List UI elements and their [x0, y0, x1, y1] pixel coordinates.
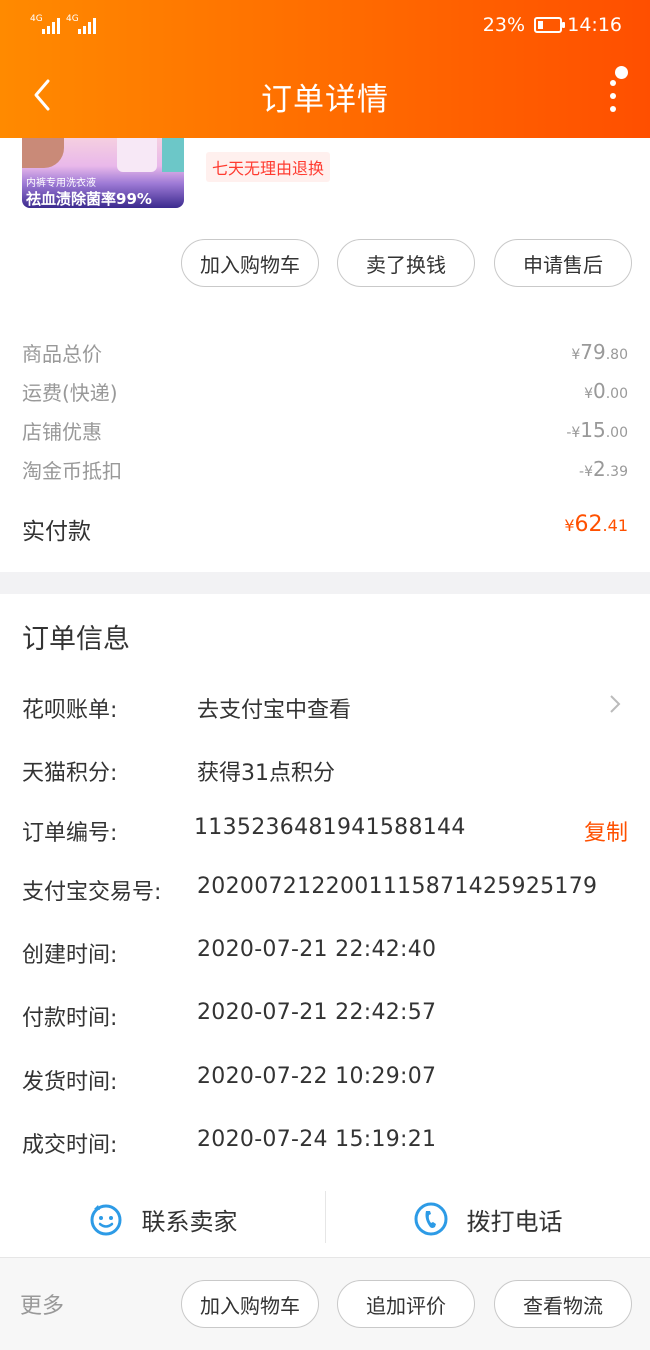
more-link[interactable]: 更多	[20, 1288, 64, 1320]
call-phone-button[interactable]: 拨打电话	[325, 1185, 650, 1253]
add-to-cart-button[interactable]: 加入购物车	[181, 239, 319, 287]
status-bar: 4G 4G 23% 14:16	[0, 0, 650, 52]
signal-icon-1	[42, 18, 60, 34]
info-value: 去支付宝中查看	[197, 698, 352, 723]
order-number-value: 1135236481941588144	[194, 815, 466, 840]
info-key: 支付宝交易号:	[22, 880, 162, 905]
contact-bar: 联系卖家 拨打电话	[0, 1185, 650, 1253]
tmall-points-row: 天猫积分: 获得31点积分	[22, 755, 628, 791]
section-divider	[0, 572, 650, 594]
add-review-button[interactable]: 追加评价	[337, 1280, 475, 1328]
info-value: 2020-07-22 10:29:07	[197, 1064, 437, 1089]
product-image-caption-1: 内裤专用洗衣液	[26, 178, 96, 189]
price-label: 淘金币抵扣	[22, 459, 122, 483]
info-key: 成交时间:	[22, 1133, 118, 1158]
header-bar: 4G 4G 23% 14:16 订单详情	[0, 0, 650, 138]
chat-bubble-icon	[90, 1204, 121, 1236]
info-value: 2020-07-24 15:19:21	[197, 1127, 437, 1152]
battery-percent: 23%	[482, 14, 525, 36]
paid-amount-value: ¥62.41	[564, 512, 628, 537]
bottom-add-to-cart-button[interactable]: 加入购物车	[181, 1280, 319, 1328]
notification-dot	[615, 66, 628, 79]
sell-for-cash-button[interactable]: 卖了换钱	[337, 239, 475, 287]
price-label: 店铺优惠	[22, 420, 102, 444]
info-value: 2020-07-21 22:42:57	[197, 1000, 437, 1025]
price-row-subtotal: 商品总价 ¥79.80	[22, 338, 628, 368]
info-key: 发货时间:	[22, 1070, 118, 1095]
paid-amount-label: 实付款	[22, 519, 91, 545]
info-key: 天猫积分:	[22, 761, 118, 786]
status-time: 14:16	[567, 14, 622, 36]
view-logistics-button[interactable]: 查看物流	[494, 1280, 632, 1328]
price-row-coin-deduction: 淘金币抵扣 -¥2.39	[22, 455, 628, 485]
product-image-caption-2: 祛血渍除菌率99%	[26, 190, 152, 208]
return-policy-badge: 七天无理由退换	[206, 152, 331, 182]
signal-label-1: 4G	[30, 14, 43, 24]
created-time-row: 创建时间: 2020-07-21 22:42:40	[22, 937, 628, 973]
more-menu-button[interactable]	[606, 78, 620, 114]
info-key: 付款时间:	[22, 1006, 118, 1031]
price-row-shipping: 运费(快递) ¥0.00	[22, 377, 628, 407]
signal-icon-2	[78, 18, 96, 34]
battery-icon	[534, 17, 565, 33]
call-phone-label: 拨打电话	[466, 1207, 563, 1236]
price-label: 运费(快递)	[22, 381, 118, 405]
price-value: ¥0.00	[584, 379, 628, 403]
price-row-store-discount: 店铺优惠 -¥15.00	[22, 416, 628, 446]
price-value: ¥79.80	[571, 340, 628, 364]
contact-seller-button[interactable]: 联系卖家	[0, 1185, 325, 1253]
info-key: 订单编号:	[22, 821, 118, 846]
bottom-action-bar: 更多 加入购物车 追加评价 查看物流	[0, 1258, 650, 1350]
order-number-row: 订单编号: 1135236481941588144 复制	[22, 815, 628, 851]
contact-seller-label: 联系卖家	[141, 1207, 238, 1236]
after-sales-button[interactable]: 申请售后	[494, 239, 632, 287]
info-key: 创建时间:	[22, 943, 118, 968]
alipay-trade-value: 2020072122001115871425925179	[197, 874, 598, 899]
price-label: 商品总价	[22, 342, 102, 366]
paid-time-row: 付款时间: 2020-07-21 22:42:57	[22, 1000, 628, 1036]
shipped-time-row: 发货时间: 2020-07-22 10:29:07	[22, 1064, 628, 1100]
copy-button[interactable]: 复制	[584, 815, 628, 847]
phone-icon	[414, 1202, 447, 1236]
product-image[interactable]: 内裤专用洗衣液 祛血渍除菌率99%	[22, 138, 184, 208]
order-info-title: 订单信息	[22, 624, 130, 655]
info-value: 获得31点积分	[197, 761, 335, 786]
page-title: 订单详情	[261, 82, 389, 118]
info-key: 花呗账单:	[22, 698, 118, 723]
huabei-bill-row[interactable]: 花呗账单: 去支付宝中查看	[22, 692, 628, 728]
signal-label-2: 4G	[66, 14, 79, 24]
info-value: 2020-07-21 22:42:40	[197, 937, 437, 962]
price-value: -¥15.00	[566, 418, 628, 442]
alipay-trade-row: 支付宝交易号: 2020072122001115871425925179	[22, 874, 628, 910]
completed-time-row: 成交时间: 2020-07-24 15:19:21	[22, 1127, 628, 1163]
chevron-right-icon	[610, 695, 621, 713]
price-value: -¥2.39	[579, 457, 628, 481]
